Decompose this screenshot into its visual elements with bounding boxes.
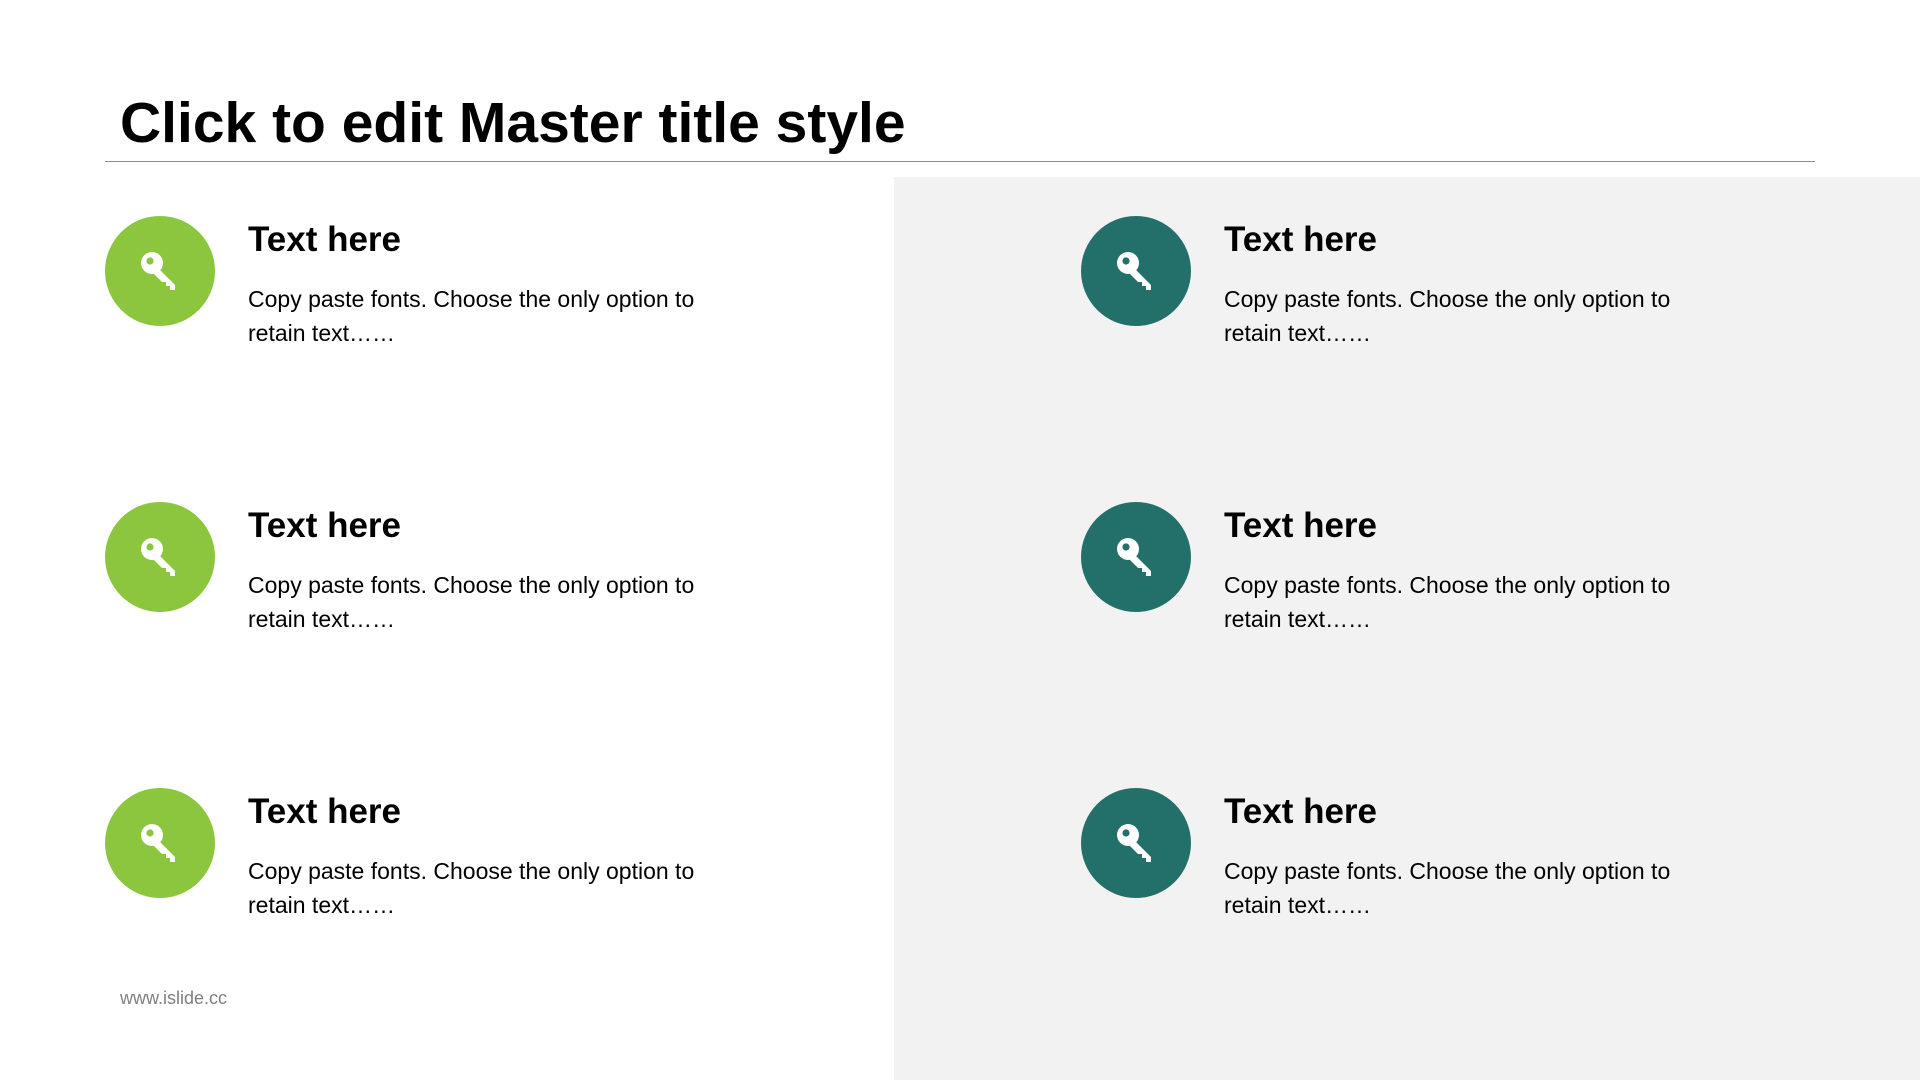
key-icon bbox=[105, 788, 215, 898]
item-heading: Text here bbox=[1224, 506, 1378, 545]
item-body: Copy paste fonts. Choose the only option… bbox=[1224, 858, 1671, 918]
item-left-3[interactable]: Text here Copy paste fonts. Choose the o… bbox=[105, 788, 725, 938]
slide: Click to edit Master title style Text he… bbox=[0, 0, 1920, 1080]
item-left-1[interactable]: Text here Copy paste fonts. Choose the o… bbox=[105, 216, 725, 366]
key-icon bbox=[1081, 216, 1191, 326]
item-left-2[interactable]: Text here Copy paste fonts. Choose the o… bbox=[105, 502, 725, 652]
item-heading: Text here bbox=[248, 220, 402, 259]
item-right-3[interactable]: Text here Copy paste fonts. Choose the o… bbox=[1081, 788, 1701, 938]
item-body: Copy paste fonts. Choose the only option… bbox=[248, 286, 695, 346]
item-right-1[interactable]: Text here Copy paste fonts. Choose the o… bbox=[1081, 216, 1701, 366]
item-body: Copy paste fonts. Choose the only option… bbox=[1224, 572, 1671, 632]
item-heading: Text here bbox=[248, 792, 402, 831]
key-icon bbox=[105, 502, 215, 612]
slide-title[interactable]: Click to edit Master title style bbox=[120, 88, 906, 158]
key-icon bbox=[1081, 788, 1191, 898]
item-heading: Text here bbox=[248, 506, 402, 545]
item-body: Copy paste fonts. Choose the only option… bbox=[1224, 286, 1671, 346]
footer-url: www.islide.cc bbox=[120, 988, 228, 1008]
key-icon bbox=[1081, 502, 1191, 612]
title-divider bbox=[105, 161, 1815, 162]
item-right-2[interactable]: Text here Copy paste fonts. Choose the o… bbox=[1081, 502, 1701, 652]
item-heading: Text here bbox=[1224, 220, 1378, 259]
item-body: Copy paste fonts. Choose the only option… bbox=[248, 858, 695, 918]
item-heading: Text here bbox=[1224, 792, 1378, 831]
item-body: Copy paste fonts. Choose the only option… bbox=[248, 572, 695, 632]
key-icon bbox=[105, 216, 215, 326]
